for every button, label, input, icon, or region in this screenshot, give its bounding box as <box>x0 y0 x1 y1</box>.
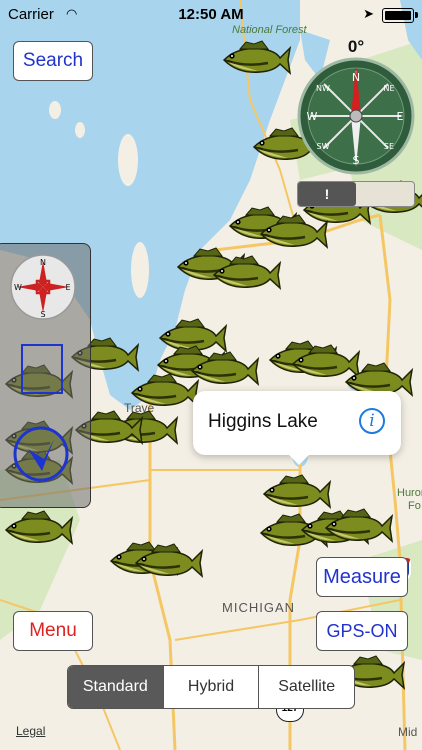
status-time: 12:50 AM <box>178 6 244 23</box>
zoom-region-icon[interactable] <box>21 344 63 394</box>
map-label-huron-forest: Fo <box>408 500 421 512</box>
compass-n: N <box>352 71 360 84</box>
bass-fish-marker[interactable] <box>208 255 282 295</box>
compass-toggle-thumb: ! <box>298 182 356 206</box>
compass-ne: NE <box>383 84 394 93</box>
bass-fish-marker[interactable] <box>126 373 200 413</box>
mini-compass-icon[interactable]: N S E W <box>9 253 77 321</box>
search-button[interactable]: Search <box>13 41 93 81</box>
legal-link[interactable]: Legal <box>16 724 45 738</box>
toggle-label: ! <box>324 186 330 202</box>
mini-compass-e: E <box>65 283 70 292</box>
bass-fish-marker[interactable] <box>218 40 292 80</box>
callout-title: Higgins Lake <box>208 411 318 432</box>
compass-s: S <box>353 154 360 167</box>
measure-button[interactable]: Measure <box>316 557 408 597</box>
compass-se: SE <box>384 142 394 151</box>
compass-e: E <box>397 110 404 123</box>
mini-compass-n: N <box>40 258 46 267</box>
compass-w: W <box>307 110 318 123</box>
compass-nw: NW <box>316 84 330 93</box>
bass-fish-marker[interactable] <box>320 508 394 548</box>
map-type-hybrid[interactable]: Hybrid <box>162 666 259 708</box>
bass-fish-marker[interactable] <box>130 543 204 583</box>
compass-heading: 0° <box>347 37 365 56</box>
bass-fish-marker[interactable] <box>0 510 74 550</box>
map-type-satellite[interactable]: Satellite <box>258 666 354 708</box>
map-type-standard[interactable]: Standard <box>68 666 163 708</box>
compass-sw: SW <box>317 142 330 151</box>
info-icon[interactable]: i <box>359 408 385 434</box>
location-arrow-icon: ➤ <box>363 6 374 21</box>
compass-rose-icon: N S E W NE NW SE SW <box>297 57 415 175</box>
map-label-midland: Mid <box>398 725 418 739</box>
map-type-selector[interactable]: Standard Hybrid Satellite <box>67 665 355 709</box>
gps-toggle-button[interactable]: GPS-ON <box>316 611 408 651</box>
mini-compass-s: S <box>40 310 45 319</box>
menu-button[interactable]: Menu <box>13 611 93 651</box>
battery-icon <box>382 8 418 23</box>
location-cursor-icon[interactable] <box>12 425 70 483</box>
compass-toggle-button[interactable]: ! <box>297 181 415 207</box>
map-label-state: MICHIGAN <box>222 600 295 615</box>
status-bar: Carrier ◠ 12:50 AM ➤ <box>0 0 422 30</box>
bass-fish-marker[interactable] <box>255 214 329 254</box>
mini-compass-w: W <box>14 283 22 292</box>
map-label-huron: Huron <box>397 487 422 499</box>
location-callout[interactable]: Higgins Lake i <box>193 391 401 465</box>
compass-widget[interactable]: 0° N S E W NE NW SE SW <box>297 37 415 175</box>
